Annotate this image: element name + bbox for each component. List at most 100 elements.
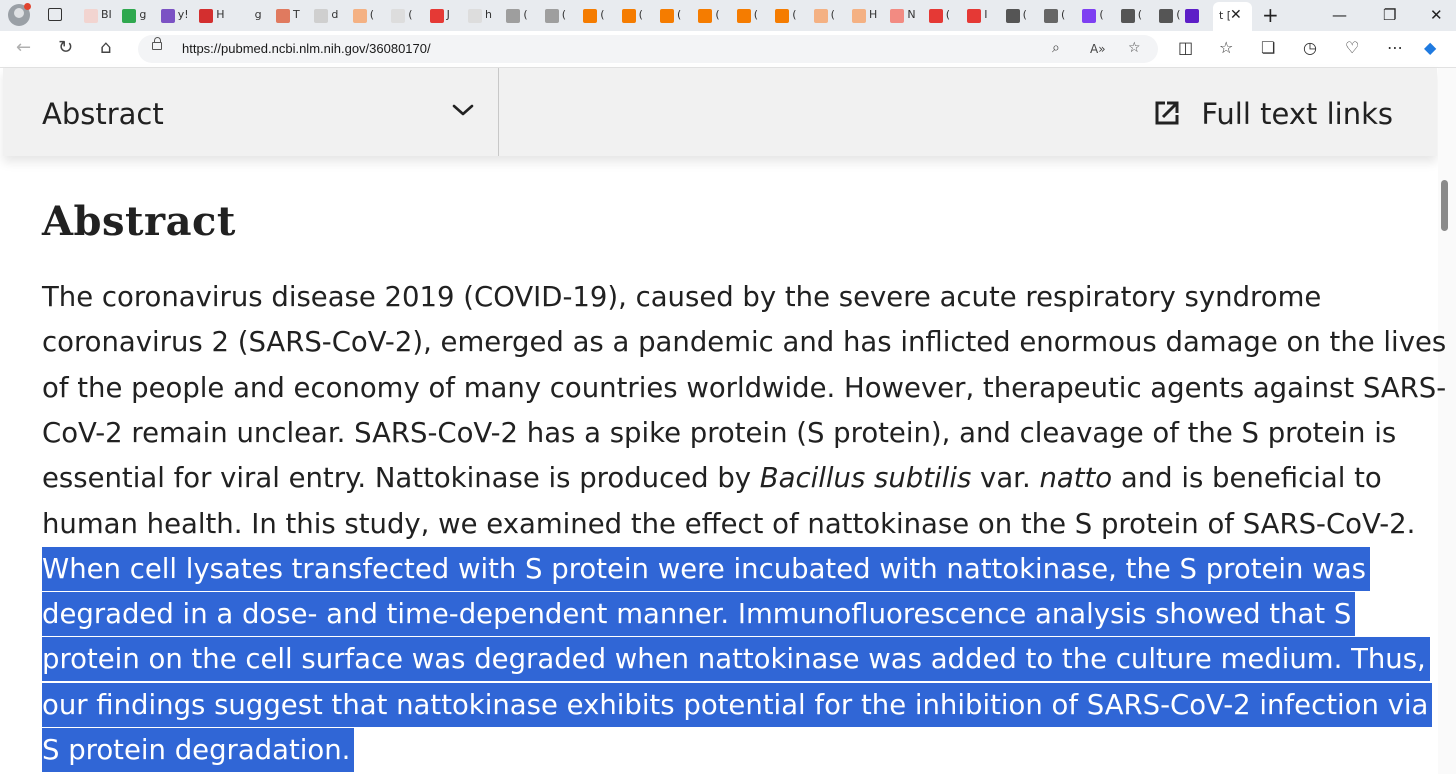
yahoo-favicon-icon [1185,9,1199,23]
abstract-line: coronavirus 2 (SARS-CoV-2), emerged as a… [42,320,1446,364]
browser-tab[interactable]: ( [352,4,389,28]
browser-tab[interactable]: ( [660,4,696,28]
abstract-line: The coronavirus disease 2019 (COVID-19),… [42,275,1321,319]
browser-tab[interactable]: H [852,4,888,28]
browser-tab[interactable]: ( [1120,4,1157,28]
browser-tab[interactable]: ( [698,4,734,28]
tab-favicon-icon [160,9,175,23]
browser-tab[interactable]: g [237,4,274,28]
minimize-button[interactable]: — [1332,6,1347,24]
text-run: degraded in a dose- and time-dependent m… [42,598,1352,631]
favorite-star-icon[interactable]: ☆ [1128,40,1141,56]
browser-tab[interactable]: T [276,4,312,28]
tab-favicon-icon [852,9,866,23]
italic-term: natto [1039,462,1113,495]
external-link-icon [1155,101,1179,125]
tab-label: y! [177,8,189,21]
tab-label: ( [1176,8,1181,21]
browser-tab[interactable]: y! [160,4,197,28]
tab-favicon-icon [84,9,98,23]
abstract-line: essential for viral entry. Nattokinase i… [42,456,1382,500]
close-tab-icon[interactable]: ✕ [1230,8,1242,22]
page-section-header: Abstract Full text links [3,68,1437,156]
reload-icon[interactable]: ↻ [58,37,73,58]
copilot-icon[interactable]: ◆ [1424,38,1436,57]
browser-tab[interactable]: ( [621,4,658,28]
history-icon[interactable]: ◷ [1303,38,1317,57]
favorites-icon[interactable]: ☆ [1219,38,1233,57]
browser-tab[interactable]: I [967,4,1003,28]
browser-tab[interactable]: ( [1082,4,1118,28]
tab-label: ( [792,8,797,21]
page-scrollbar[interactable] [1438,68,1456,774]
browser-tab[interactable]: ( [544,4,581,28]
browser-tab[interactable]: h [468,4,504,28]
scrollbar-thumb[interactable] [1441,180,1448,231]
tab-label: ( [408,8,413,21]
collections-icon[interactable]: ❏ [1261,38,1275,57]
text-run: S protein degradation. [42,734,351,766]
section-selector[interactable]: Abstract [3,68,499,156]
url-text[interactable]: https://pubmed.ncbi.nlm.nih.gov/36080170… [182,41,431,56]
tab-label: h [485,8,492,21]
tab-favicon-icon [1120,9,1135,23]
browser-tab[interactable]: g [122,4,158,28]
tab-label: H [216,8,225,21]
abstract-line-selected: degraded in a dose- and time-dependent m… [42,592,1356,637]
home-icon[interactable]: ⌂ [100,37,111,58]
split-screen-icon[interactable]: ◫ [1178,38,1193,57]
more-menu-icon[interactable]: ⋯ [1387,38,1403,57]
browser-tab[interactable]: ( [736,4,773,28]
lock-icon[interactable] [152,37,162,50]
address-bar[interactable]: https://pubmed.ncbi.nlm.nih.gov/36080170… [138,35,1158,63]
tab-label: T [293,8,300,21]
browser-tab[interactable]: BI [84,4,120,28]
abstract-heading: Abstract [42,198,236,245]
tab-favicon-icon [1082,9,1097,23]
text-run: of the people and economy of many countr… [42,371,1447,404]
browser-tab[interactable]: ( [928,4,965,28]
text-run: var. [971,462,1040,495]
browser-tab[interactable]: ( [391,4,427,28]
close-window-button[interactable]: ✕ [1430,6,1443,24]
tab-label: ( [677,8,682,21]
tab-label: g [139,8,147,21]
full-text-links-button[interactable]: Full text links [1155,97,1393,131]
browser-tab[interactable]: ( [775,4,811,28]
browser-tab[interactable]: d [314,4,350,28]
tab-label: ( [1099,8,1104,21]
text-run: protein on the cell surface was degraded… [42,643,1426,676]
restore-button[interactable]: ❐ [1383,6,1396,24]
tab-favicon-icon [468,9,482,23]
browser-tab[interactable]: H [199,4,235,28]
tab-label: ( [830,8,835,21]
browser-tab[interactable]: ( [506,4,542,28]
tab-label: ( [945,8,951,21]
tab-favicon-icon [237,9,252,23]
browser-tab[interactable]: J [429,4,466,28]
abstract-line-selected: protein on the cell surface was degraded… [42,637,1430,682]
full-text-links-label: Full text links [1201,97,1393,131]
browser-tab[interactable]: N [890,4,926,28]
browser-tab[interactable]: ( [1044,4,1080,28]
abstract-line-selected: S protein degradation. [42,728,355,772]
abstract-line: CoV-2 remain unclear. SARS-CoV-2 has a s… [42,411,1396,455]
abstract-line: of the people and economy of many countr… [42,366,1446,410]
browser-tab[interactable]: ( [583,4,619,28]
read-aloud-icon[interactable]: A» [1090,42,1106,56]
chevron-down-icon[interactable] [451,98,475,122]
back-arrow-icon[interactable]: ← [16,37,31,58]
browser-essentials-icon[interactable]: ♡ [1345,38,1359,57]
text-run: CoV-2 remain unclear. SARS-CoV-2 has a s… [42,416,1397,449]
workspaces-icon[interactable] [48,8,62,21]
browser-tab[interactable]: ( [813,4,850,28]
tab-favicon-icon [967,9,982,23]
tab-favicon-icon [698,9,713,23]
browser-tab[interactable]: ( [1005,4,1042,28]
text-run: essential for viral entry. Nattokinase i… [42,462,760,495]
tab-label: d [331,8,339,21]
new-tab-button[interactable]: + [1262,3,1279,27]
tab-favicon-icon [199,9,214,23]
tab-favicon-icon [736,9,751,23]
zoom-icon[interactable]: ⌕ [1052,40,1060,56]
